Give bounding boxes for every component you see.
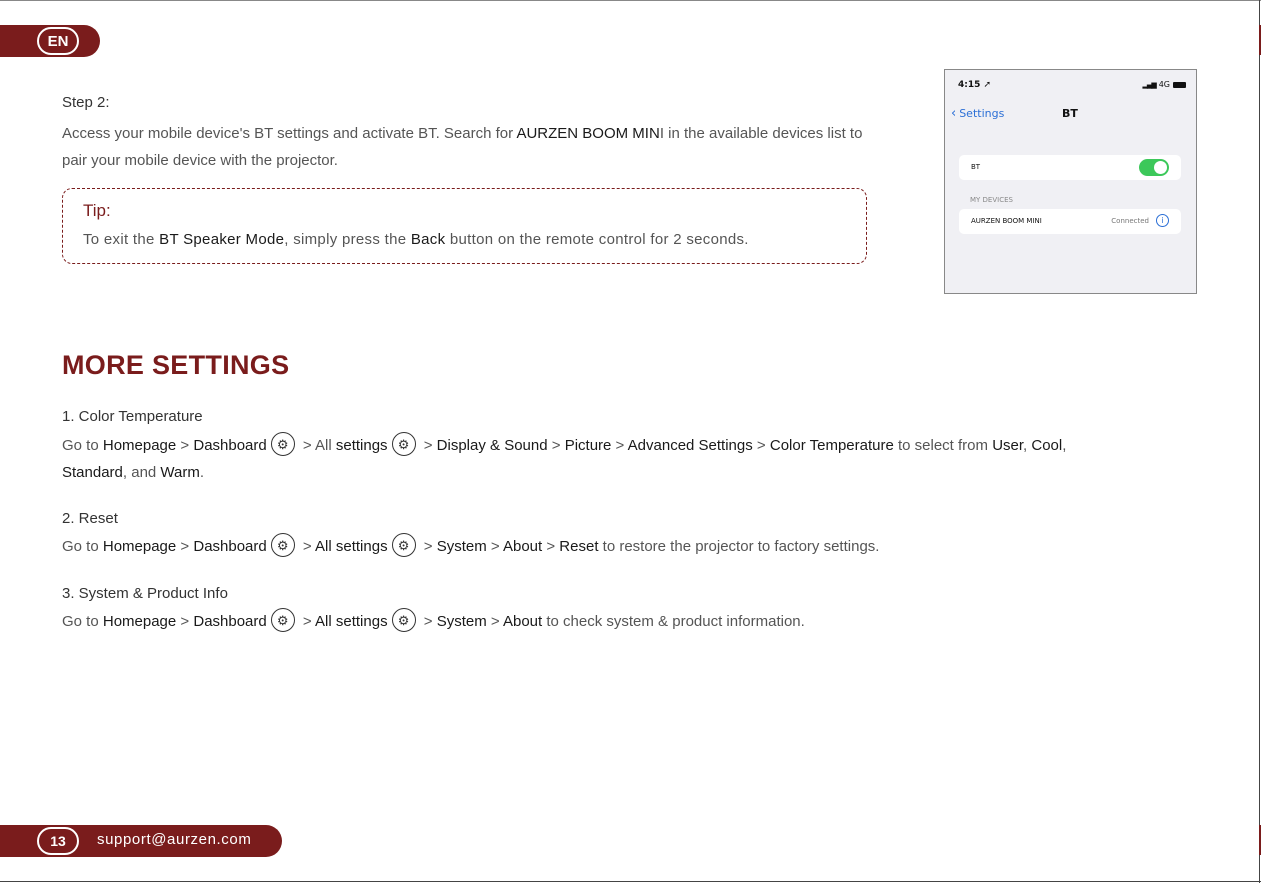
phone-screen-title: BT (1062, 107, 1078, 120)
setting-1-title: 1. Color Temperature (62, 408, 203, 425)
info-icon[interactable]: i (1156, 214, 1169, 227)
gear-icon: ⚙ (391, 432, 416, 457)
step-2-text: Access your mobile device's BT settings … (62, 125, 863, 169)
chevron-left-icon: ‹ (951, 106, 957, 121)
step-2-title: Step 2: (62, 94, 110, 111)
setting-2-text: Go to Homepage > Dashboard ⚙ > All settin… (62, 533, 1212, 560)
battery-icon (1173, 81, 1186, 88)
phone-bt-screenshot: 4:15 ➚ ▂▄▆ 4G ‹ Settings BT BT MY DEVICES… (944, 69, 1197, 294)
bt-toggle[interactable] (1139, 159, 1169, 176)
phone-bt-row: BT (959, 155, 1181, 180)
phone-bt-label: BT (971, 163, 981, 171)
phone-back-button[interactable]: ‹ Settings (951, 106, 1004, 121)
phone-status-bar: ▂▄▆ 4G (1143, 80, 1186, 89)
signal-bars-icon: ▂▄▆ (1142, 80, 1157, 89)
setting-3-text: Go to Homepage > Dashboard ⚙ > All settin… (62, 608, 1212, 635)
phone-device-status: Connected (1111, 217, 1149, 225)
location-arrow-icon: ➚ (983, 80, 992, 90)
more-settings-heading: MORE SETTINGS (62, 350, 290, 380)
phone-device-row[interactable]: AURZEN BOOM MINI Connected i (959, 209, 1181, 234)
tip-title: Tip: (83, 201, 111, 220)
phone-time: 4:15 ➚ (958, 80, 992, 90)
gear-icon: ⚙ (270, 608, 295, 633)
page-top-edge (0, 0, 1261, 1)
support-email[interactable]: support@aurzen.com (97, 831, 251, 848)
tip-box: Tip: To exit the BT Speaker Mode, simply… (62, 188, 867, 264)
setting-3-title: 3. System & Product Info (62, 585, 228, 602)
page-right-edge (1259, 0, 1260, 883)
setting-1-text: Go to Homepage > Dashboard ⚙ > All settin… (62, 432, 1212, 486)
page-number: 13 (37, 827, 79, 855)
phone-section-label: MY DEVICES (970, 196, 1013, 204)
gear-icon: ⚙ (391, 533, 416, 558)
phone-device-name: AURZEN BOOM MINI (971, 217, 1042, 225)
gear-icon: ⚙ (391, 608, 416, 633)
setting-2-title: 2. Reset (62, 510, 118, 527)
language-badge: EN (37, 27, 79, 55)
gear-icon: ⚙ (270, 432, 295, 457)
gear-icon: ⚙ (270, 533, 295, 558)
page-bottom-edge (0, 881, 1261, 882)
tip-text: To exit the BT Speaker Mode, simply pres… (83, 231, 749, 248)
device-name-highlight: AURZEN BOOM MIN (516, 125, 660, 142)
toggle-knob (1154, 161, 1167, 174)
network-type: 4G (1158, 80, 1170, 89)
